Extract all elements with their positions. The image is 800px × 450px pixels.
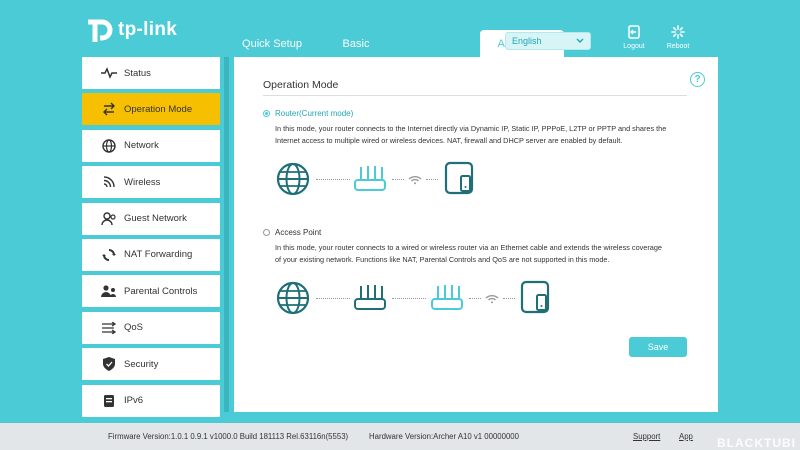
sidebar-item-label: Parental Controls — [124, 285, 198, 297]
sidebar-item-nat-forwarding[interactable]: NAT Forwarding — [82, 238, 220, 271]
sidebar-item-wireless[interactable]: Wireless — [82, 166, 220, 199]
connection-line — [316, 179, 350, 180]
ap-mode-desc-2: of your existing network. Functions like… — [275, 255, 610, 264]
logo-mark-icon — [82, 14, 114, 46]
internet-globe-icon — [276, 281, 310, 320]
sidebar-item-label: Security — [124, 358, 159, 370]
globe-icon — [100, 137, 118, 155]
router-mode-desc-1: In this mode, your router connects to th… — [275, 124, 667, 133]
router-mode-radio[interactable] — [263, 110, 270, 117]
connection-line — [392, 179, 404, 180]
sidebar-item-label: Status — [124, 67, 151, 79]
wifi-signal-icon — [485, 291, 499, 309]
connection-line — [426, 179, 438, 180]
sidebar-item-label: Network — [124, 140, 159, 152]
footer: Firmware Version:1.0.1 0.9.1 v1000.0 Bui… — [0, 423, 800, 450]
firmware-version: Firmware Version:1.0.1 0.9.1 v1000.0 Bui… — [108, 432, 349, 441]
sidebar-item-label: Wireless — [124, 176, 161, 188]
logout-button[interactable]: Logout — [614, 25, 654, 50]
logout-icon — [627, 25, 641, 43]
sidebar-item-security[interactable]: Security — [82, 348, 220, 381]
support-link[interactable]: Support — [633, 432, 660, 441]
logout-label: Logout — [623, 43, 645, 50]
sidebar-item-operation-mode[interactable]: Operation Mode — [82, 93, 220, 126]
ap-mode-label: Access Point — [275, 228, 322, 237]
router-icon — [353, 165, 387, 198]
sidebar-item-label: Guest Network — [124, 213, 187, 225]
router-mode-desc-2: Internet access to multiple wired or wir… — [275, 136, 623, 145]
sidebar-item-label: QoS — [124, 322, 144, 334]
sidebar-item-label: Operation Mode — [124, 103, 193, 115]
save-button[interactable]: Save — [629, 337, 687, 357]
ipv6-icon — [100, 392, 118, 410]
tab-quick-setup[interactable]: Quick Setup — [230, 30, 314, 57]
reboot-icon — [671, 25, 685, 43]
connection-line — [392, 298, 426, 299]
pulse-icon — [100, 64, 118, 82]
watermark: BLACKTUBI — [717, 436, 796, 450]
app-link[interactable]: App — [679, 432, 693, 441]
upstream-router-icon — [353, 284, 387, 317]
wifi-signal-icon — [408, 172, 422, 190]
connection-line — [316, 298, 350, 299]
qos-icon — [100, 319, 118, 337]
page-title: Operation Mode — [263, 79, 339, 91]
tablet-icon — [520, 280, 550, 319]
sidebar-item-guest-network[interactable]: Guest Network — [82, 202, 220, 235]
connection-line — [503, 298, 515, 299]
title-divider — [263, 95, 687, 96]
sidebar: Status Operation Mode Network Wireless G… — [82, 57, 222, 421]
sidebar-item-ipv6[interactable]: IPv6 — [82, 384, 220, 417]
ap-mode-desc-1: In this mode, your router connects to a … — [275, 243, 662, 252]
nat-icon — [100, 246, 118, 264]
tp-link-logo: tp-link — [82, 14, 177, 46]
help-icon[interactable]: ? — [690, 72, 705, 87]
sidebar-item-label: NAT Forwarding — [124, 249, 193, 261]
sidebar-item-qos[interactable]: QoS — [82, 311, 220, 344]
sidebar-item-network[interactable]: Network — [82, 129, 220, 162]
tab-basic[interactable]: Basic — [314, 30, 398, 57]
guest-icon — [100, 210, 118, 228]
language-value: English — [512, 36, 542, 46]
tablet-icon — [444, 161, 474, 200]
main-panel: Operation Mode ? Router(Current mode) In… — [234, 57, 718, 412]
hardware-version: Hardware Version:Archer A10 v1 00000000 — [369, 432, 519, 441]
language-select[interactable]: English — [505, 32, 591, 50]
reboot-label: Reboot — [666, 43, 690, 50]
sidebar-scrollbar[interactable] — [224, 57, 229, 412]
brand-name: tp-link — [118, 19, 178, 40]
swap-icon — [100, 100, 118, 118]
chevron-down-icon — [576, 36, 584, 46]
connection-line — [469, 298, 481, 299]
sidebar-item-label: IPv6 — [124, 395, 144, 407]
reboot-button[interactable]: Reboot — [658, 25, 698, 50]
internet-globe-icon — [276, 162, 310, 201]
sidebar-item-parental-controls[interactable]: Parental Controls — [82, 275, 220, 308]
shield-icon — [100, 355, 118, 373]
router-mode-label: Router(Current mode) — [275, 109, 354, 118]
wireless-icon — [100, 173, 118, 191]
router-icon — [430, 284, 464, 317]
sidebar-item-status[interactable]: Status — [82, 57, 220, 89]
parental-icon — [100, 282, 118, 300]
ap-mode-radio[interactable] — [263, 229, 270, 236]
